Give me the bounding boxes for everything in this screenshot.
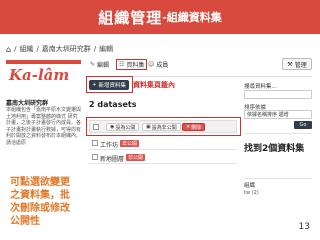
slide-subtitle: -組織資料集: [162, 11, 222, 24]
breadcrumb-org-name[interactable]: 嘉南大圳研究群: [42, 44, 91, 54]
slide-title-bar: 組織管理 -組織資料集: [0, 0, 320, 34]
org-toolbar: ✎ 編輯 ☷ 資料集 ☺ 成員 ⚒ 管理: [88, 58, 312, 72]
row-checkbox[interactable]: [92, 140, 98, 146]
filter-title: 組織: [244, 183, 256, 189]
dataset-row[interactable]: 工作坊 非公開: [89, 137, 237, 150]
breadcrumb-edit: 編輯: [99, 45, 114, 53]
dataset-name[interactable]: 新地圖層: [100, 154, 124, 163]
go-button[interactable]: Go: [294, 121, 312, 129]
home-icon[interactable]: ⌂: [6, 45, 11, 54]
admin-button[interactable]: ⚒ 管理: [282, 58, 312, 70]
tab-datasets[interactable]: ☷ 資料集: [116, 59, 148, 70]
org-logo-text: Ka-lâm: [9, 66, 70, 84]
row-checkbox[interactable]: [92, 154, 98, 160]
org-logo: Ka-lâm: [6, 60, 81, 94]
private-badge: 非公開: [120, 140, 140, 147]
tab-edit[interactable]: ✎ 編輯: [90, 59, 109, 70]
highlight-box: [86, 76, 133, 93]
filter-item[interactable]: tw (2): [244, 190, 259, 196]
dataset-row[interactable]: 新地圖層 非公開: [89, 151, 237, 164]
sitemap-icon: ☷: [119, 61, 125, 68]
breadcrumb: ⌂ / 組織 / 嘉南大圳研究群 / 編輯: [6, 44, 113, 54]
annotation-left: 可點選欲變更之資料集，批次刪除或修改公開性: [10, 177, 70, 227]
org-sidebar: Ka-lâm 嘉南大圳研究群 本組織包含「嘉南平原水文變遷與土地利用」專案整體的…: [6, 58, 82, 227]
sort-select[interactable]: 依據名稱排序 遞增: [244, 110, 312, 119]
admin-label: 管理: [294, 61, 307, 69]
annotation-top: 資料集頁籤內: [133, 81, 175, 89]
search-label: 搜尋資料集...: [244, 84, 277, 90]
tab-datasets-label: 資料集: [126, 62, 145, 69]
breadcrumb-sep: /: [14, 45, 17, 53]
highlight-box: [86, 117, 241, 136]
breadcrumb-organization[interactable]: 組織: [19, 44, 33, 54]
tab-members[interactable]: ☺ 成員: [148, 59, 168, 70]
tab-edit-label: 編輯: [97, 62, 110, 69]
wrench-icon: ⚒: [287, 60, 293, 68]
divider: [244, 133, 312, 134]
org-name: 嘉南大圳研究群: [6, 100, 49, 107]
dataset-count: 2 datasets: [89, 100, 137, 109]
tab-members-label: 成員: [156, 62, 169, 69]
annotation-right: 找到2個資料集: [244, 144, 305, 154]
pencil-icon: ✎: [90, 61, 96, 68]
page-number: 13: [298, 222, 310, 232]
dataset-name[interactable]: 工作坊: [100, 140, 118, 149]
divider: [244, 178, 312, 179]
slide-title: 組織管理: [98, 8, 163, 27]
private-badge: 非公開: [126, 154, 146, 161]
sort-value: 依據名稱排序 遞增: [247, 112, 289, 118]
org-description: 本組織包含「嘉南平原水文變遷與土地利用」專案整體的綠式 研究計畫，之後子計畫發行…: [6, 107, 82, 146]
breadcrumb-sep: /: [93, 45, 97, 53]
users-icon: ☺: [148, 61, 155, 68]
breadcrumb-sep: /: [36, 45, 39, 53]
search-input[interactable]: [244, 90, 312, 99]
